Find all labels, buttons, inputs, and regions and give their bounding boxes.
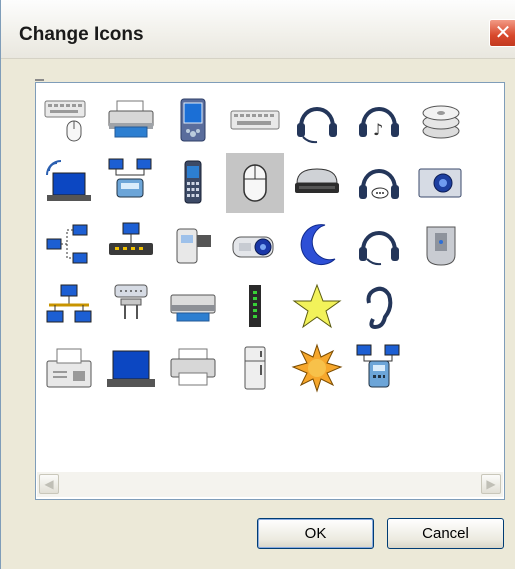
pda-icon xyxy=(180,98,206,142)
icon-cell[interactable] xyxy=(288,277,346,337)
headset-chat-icon xyxy=(359,169,399,199)
fax-machine-icon xyxy=(46,348,92,388)
moon-icon xyxy=(300,224,336,266)
usb-plug-icon xyxy=(114,284,148,319)
icon-cell[interactable] xyxy=(412,215,470,275)
icon-cell[interactable] xyxy=(102,91,160,151)
dialog-title: Change Icons xyxy=(19,24,144,45)
network-tree-icon xyxy=(46,284,92,323)
sun-icon xyxy=(291,343,343,393)
icon-cell[interactable] xyxy=(288,339,346,399)
camera-icon xyxy=(418,168,462,198)
networked-phone-icon xyxy=(356,344,400,388)
icon-cell[interactable] xyxy=(350,277,408,337)
icon-cell[interactable] xyxy=(226,339,284,399)
modem-icon xyxy=(249,285,261,327)
icon-cell[interactable] xyxy=(40,339,98,399)
arrow-left-icon: ◀ xyxy=(44,477,54,491)
icon-cell[interactable] xyxy=(412,153,470,213)
scroll-left-button[interactable]: ◀ xyxy=(39,474,59,494)
icon-cell[interactable] xyxy=(226,91,284,151)
panel-grip-marker xyxy=(35,79,44,81)
headphones-music-icon: ♪ xyxy=(359,107,399,139)
icon-cell[interactable] xyxy=(288,153,346,213)
icon-cell[interactable] xyxy=(164,91,222,151)
laptop-icon xyxy=(107,350,155,387)
desktop-printer-icon xyxy=(170,348,216,386)
icon-cell[interactable] xyxy=(164,153,222,213)
horizontal-scrollbar[interactable]: ◀ ▶ xyxy=(37,472,503,497)
arrow-right-icon: ▶ xyxy=(486,477,496,491)
cancel-button[interactable]: Cancel xyxy=(387,518,504,549)
icon-cell[interactable] xyxy=(40,215,98,275)
icon-grid: ♪ xyxy=(38,91,502,471)
icon-cell[interactable] xyxy=(288,91,346,151)
network-hub-icon xyxy=(109,222,153,255)
printer-icon xyxy=(108,100,154,138)
icon-cell[interactable] xyxy=(40,91,98,151)
icon-cell[interactable] xyxy=(226,215,284,275)
icon-list-panel[interactable]: ♪ ◀ ▶ xyxy=(35,82,505,500)
icon-cell[interactable] xyxy=(350,339,408,399)
icon-cell[interactable] xyxy=(102,339,160,399)
icon-cell[interactable] xyxy=(164,339,222,399)
ok-button[interactable]: OK xyxy=(257,518,374,549)
keyboard-icon xyxy=(230,110,280,130)
icon-cell-selected[interactable] xyxy=(226,153,284,213)
icon-cell[interactable] xyxy=(102,277,160,337)
icon-cell[interactable] xyxy=(40,153,98,213)
svg-text:♪: ♪ xyxy=(373,120,383,139)
mobile-phone-icon xyxy=(184,160,202,204)
network-phone-icon xyxy=(108,158,152,198)
close-button[interactable]: ✕ xyxy=(489,19,515,47)
icon-cell[interactable] xyxy=(288,215,346,275)
close-icon: ✕ xyxy=(494,20,512,44)
scroll-right-button[interactable]: ▶ xyxy=(481,474,501,494)
disc-drive-icon xyxy=(295,168,339,193)
icon-cell[interactable]: ♪ xyxy=(350,91,408,151)
network-connection-icon xyxy=(46,224,88,264)
title-bar[interactable]: Change Icons ✕ xyxy=(1,0,515,59)
change-icons-dialog: Change Icons ✕ ♪ ◀ ▶ OK Cancel xyxy=(0,0,515,569)
disc-stack-icon xyxy=(422,105,460,139)
wireless-laptop-icon xyxy=(46,160,91,201)
icon-cell[interactable] xyxy=(164,277,222,337)
icon-cell[interactable] xyxy=(40,277,98,337)
icon-cell[interactable] xyxy=(164,215,222,275)
headset-mic-icon xyxy=(359,231,399,266)
scanner-icon xyxy=(170,294,216,322)
mouse-icon xyxy=(243,164,267,202)
headset-icon xyxy=(297,107,337,144)
router-icon xyxy=(426,226,456,266)
projector-icon xyxy=(232,236,274,258)
icon-cell[interactable] xyxy=(226,277,284,337)
refrigerator-icon xyxy=(244,346,266,390)
star-icon xyxy=(292,283,342,329)
icon-cell[interactable] xyxy=(102,215,160,275)
icon-cell[interactable] xyxy=(102,153,160,213)
camcorder-icon xyxy=(176,228,211,264)
icon-cell[interactable] xyxy=(350,215,408,275)
icon-cell[interactable] xyxy=(350,153,408,213)
ear-icon xyxy=(366,286,393,330)
icon-cell[interactable] xyxy=(412,91,470,151)
keyboard-mouse-icon xyxy=(44,100,86,142)
